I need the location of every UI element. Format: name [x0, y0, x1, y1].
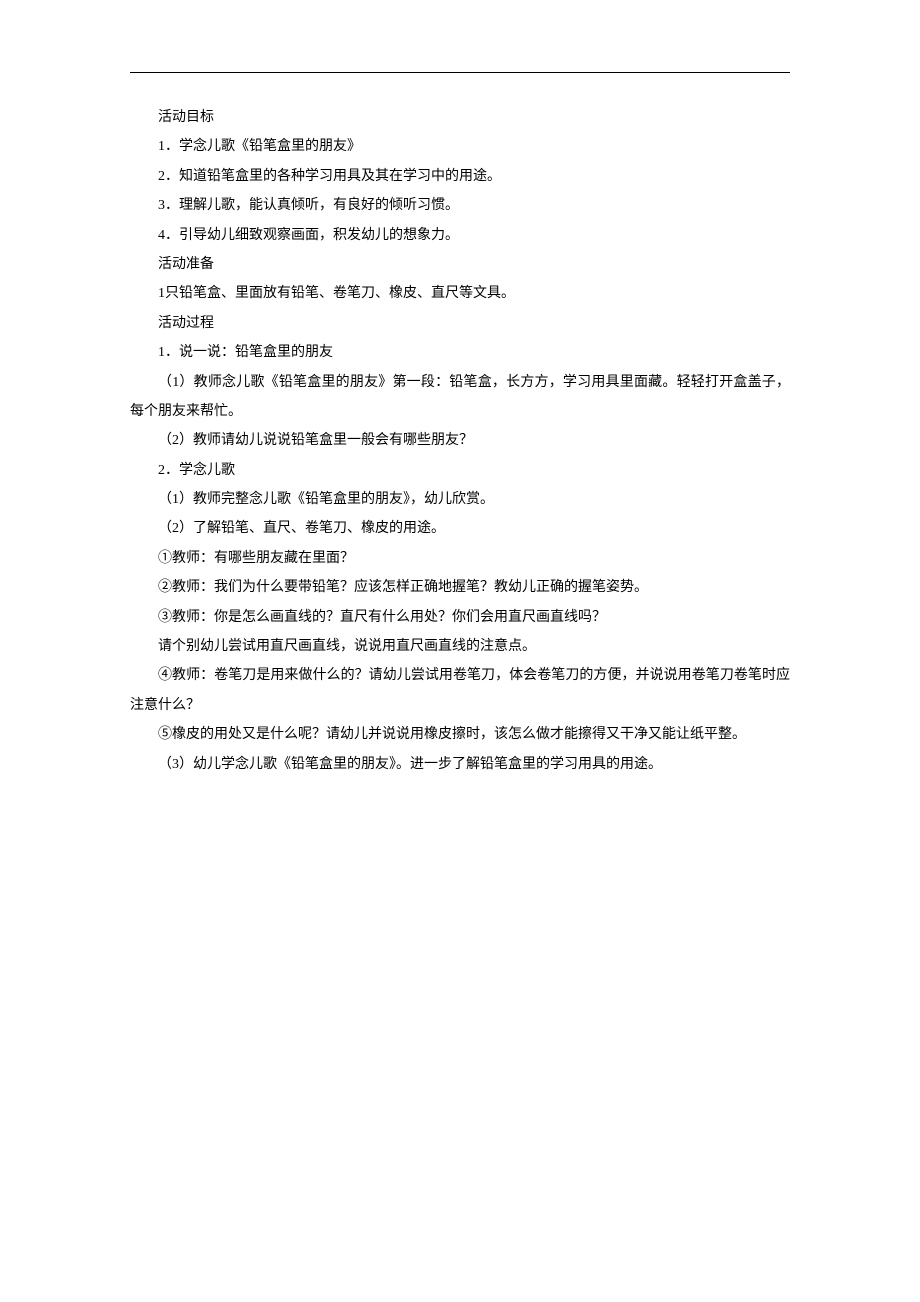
text-line: （3）幼儿学念儿歌《铅笔盒里的朋友》。进一步了解铅笔盒里的学习用具的用途。 [130, 750, 790, 779]
text-line: 2．学念儿歌 [130, 456, 790, 485]
text-line: （2）教师请幼儿说说铅笔盒里一般会有哪些朋友？ [130, 426, 790, 455]
text-line-wrap: （1）教师念儿歌《铅笔盒里的朋友》第一段：铅笔盒，长方方，学习用具里面藏。轻轻打… [130, 368, 790, 427]
text-line: （2）了解铅笔、直尺、卷笔刀、橡皮的用途。 [130, 514, 790, 543]
text-line: 1．学念儿歌《铅笔盒里的朋友》 [130, 132, 790, 161]
text-line: ⑤橡皮的用处又是什么呢？请幼儿并说说用橡皮擦时，该怎么做才能擦得又干净又能让纸平… [130, 720, 790, 749]
text-line: 4．引导幼儿细致观察画面，积发幼儿的想象力。 [130, 221, 790, 250]
text-line: ④教师：卷笔刀是用来做什么的？请幼儿尝试用卷笔刀，体会卷笔刀的方便，并说说用卷笔… [130, 661, 790, 720]
text-line: ③教师：你是怎么画直线的？直尺有什么用处？你们会用直尺画直线吗？ [130, 603, 790, 632]
text-line: （1）教师完整念儿歌《铅笔盒里的朋友》，幼儿欣赏。 [130, 485, 790, 514]
text-line: 1只铅笔盒、里面放有铅笔、卷笔刀、橡皮、直尺等文具。 [130, 279, 790, 308]
text-line: 请个别幼儿尝试用直尺画直线，说说用直尺画直线的注意点。 [130, 632, 790, 661]
horizontal-divider [130, 72, 790, 73]
text-line: 活动准备 [130, 250, 790, 279]
text-line: 3．理解儿歌，能认真倾听，有良好的倾听习惯。 [130, 191, 790, 220]
text-line: ①教师：有哪些朋友藏在里面？ [130, 544, 790, 573]
text-line: 2．知道铅笔盒里的各种学习用具及其在学习中的用途。 [130, 162, 790, 191]
text-line: ②教师：我们为什么要带铅笔？应该怎样正确地握笔？教幼儿正确的握笔姿势。 [130, 573, 790, 602]
text-line: 1．说一说：铅笔盒里的朋友 [130, 338, 790, 367]
text-line: 活动过程 [130, 309, 790, 338]
text-line: 活动目标 [130, 103, 790, 132]
document-body: 活动目标 1．学念儿歌《铅笔盒里的朋友》 2．知道铅笔盒里的各种学习用具及其在学… [130, 103, 790, 779]
